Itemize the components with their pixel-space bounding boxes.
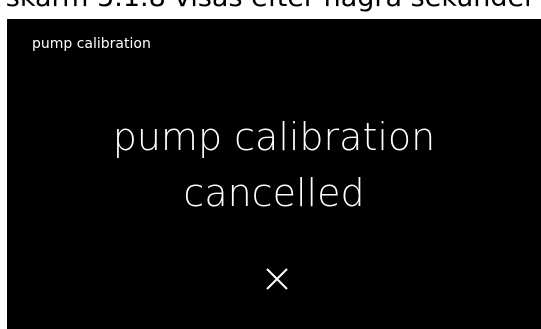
device-screen: pump calibration pump calibration cancel… bbox=[7, 19, 541, 329]
close-icon bbox=[266, 268, 288, 290]
status-message: pump calibration cancelled bbox=[7, 109, 541, 221]
status-message-line-2: cancelled bbox=[183, 171, 365, 215]
document-caption: skärm 5.1.8 visas efter några sekunder bbox=[0, 0, 541, 18]
status-message-line-1: pump calibration bbox=[112, 115, 436, 159]
screen-title: pump calibration bbox=[32, 36, 151, 52]
page: skärm 5.1.8 visas efter några sekunder p… bbox=[0, 0, 541, 329]
close-button[interactable] bbox=[257, 259, 297, 299]
